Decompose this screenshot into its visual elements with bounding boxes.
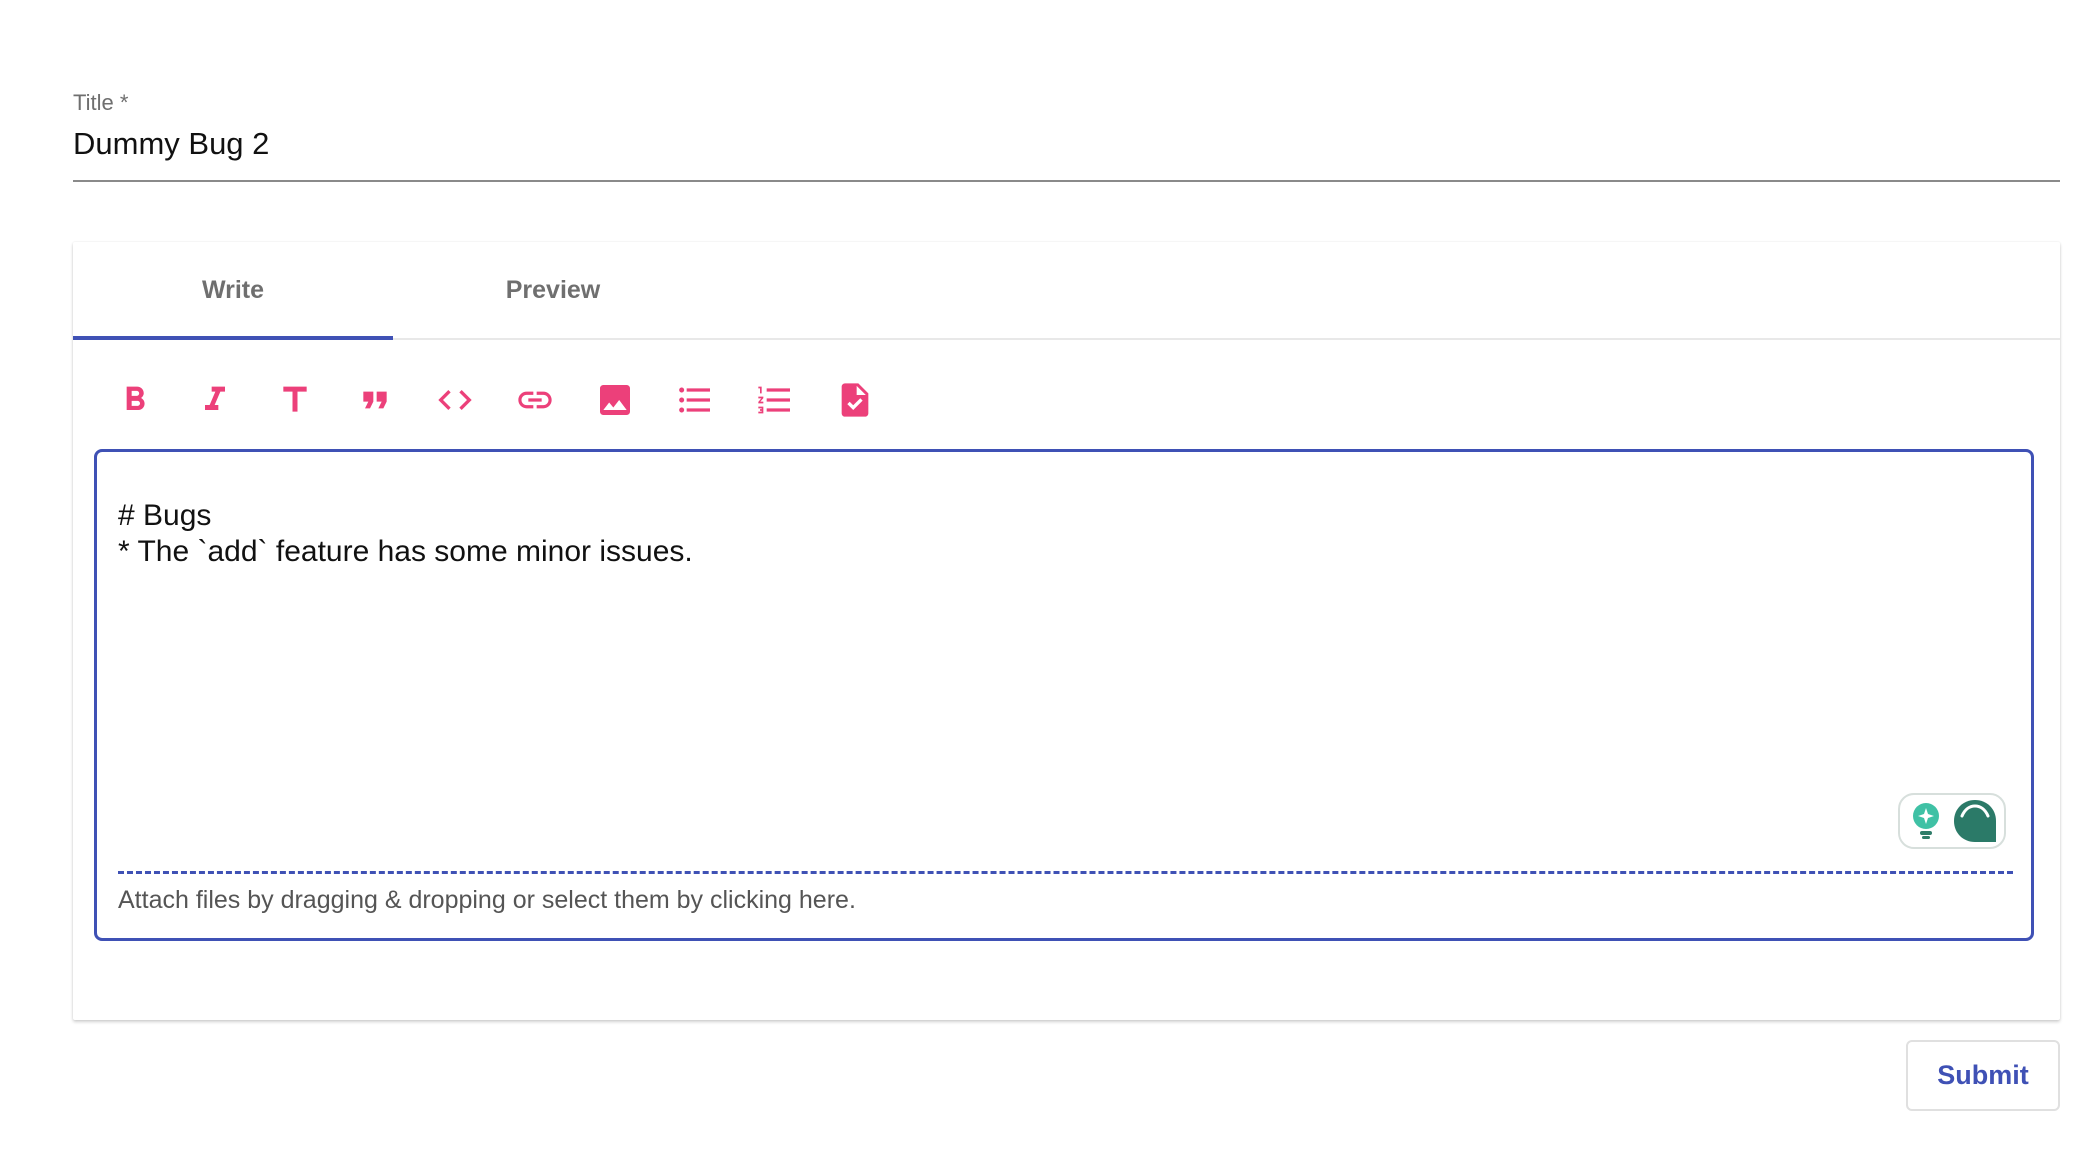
code-button[interactable] [415,372,495,428]
active-tab-indicator [73,336,393,340]
tab-preview[interactable]: Preview [393,242,713,338]
image-icon [600,385,630,415]
lightbulb-icon [1910,801,1942,841]
chat-bubble-icon [1950,796,2000,846]
image-button[interactable] [575,372,655,428]
checklist-document-icon [841,383,869,417]
code-icon [438,390,472,410]
bold-button[interactable] [95,372,175,428]
checked-list-button[interactable] [815,372,895,428]
link-icon [518,391,552,409]
bullet-list-button[interactable] [655,372,735,428]
markdown-editor-card: Write Preview # Bugs * The `add` feature… [73,242,2060,1020]
title-input[interactable] [73,126,2060,162]
text-heading-icon [283,386,307,412]
formatting-toolbar [95,372,895,428]
quote-icon [363,391,387,409]
numbered-list-icon [758,386,790,414]
submit-button[interactable]: Submit [1906,1040,2060,1111]
italic-button[interactable] [175,372,255,428]
italic-icon [205,386,225,410]
markdown-textarea[interactable] [118,498,1998,818]
new-issue-form: Title * Write Preview [0,0,2088,1154]
numbered-list-button[interactable] [735,372,815,428]
link-button[interactable] [495,372,575,428]
title-label: Title * [73,90,129,115]
bold-icon [126,386,145,410]
title-field[interactable]: Title * [73,88,2060,182]
editor-textarea-container: Attach files by dragging & dropping or s… [94,449,2034,941]
dropzone-divider [118,871,2013,874]
quote-button[interactable] [335,372,415,428]
bullet-list-icon [679,387,710,413]
heading-button[interactable] [255,372,335,428]
attach-files-hint[interactable]: Attach files by dragging & dropping or s… [118,886,856,915]
editor-tabs: Write Preview [73,242,2060,340]
writing-assistant-widget[interactable] [1898,793,2006,849]
tab-write[interactable]: Write [73,242,393,338]
